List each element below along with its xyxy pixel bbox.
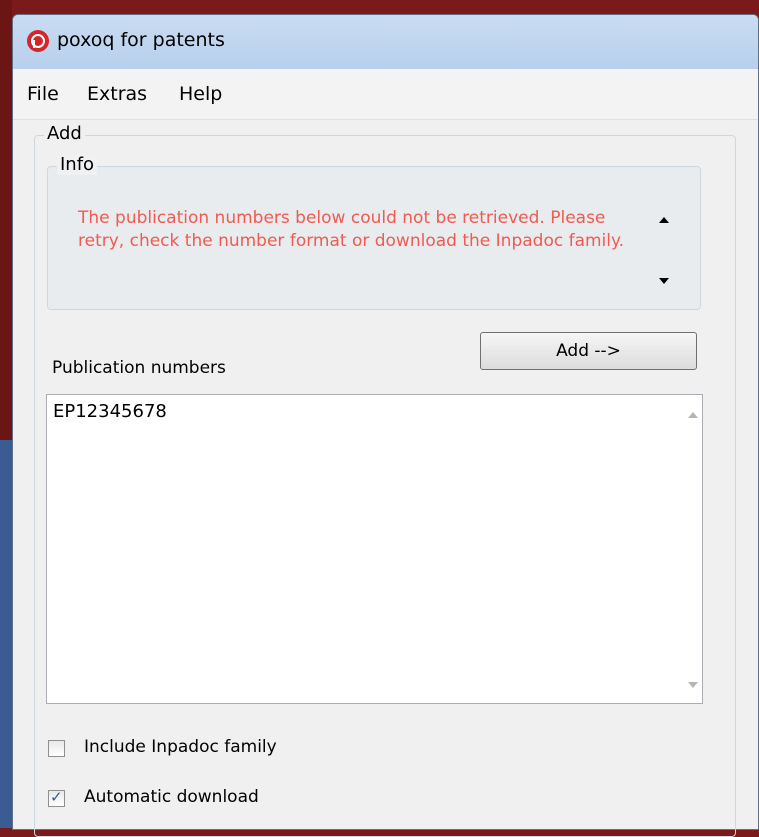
scroll-up-icon[interactable] bbox=[688, 412, 698, 418]
publication-scrollbar[interactable] bbox=[684, 395, 702, 703]
add-button[interactable]: Add --> bbox=[480, 332, 697, 370]
menu-file[interactable]: File bbox=[25, 83, 61, 105]
checkmark-icon: ✓ bbox=[50, 788, 63, 806]
automatic-download-checkbox[interactable]: ✓ bbox=[48, 788, 65, 807]
menu-extras[interactable]: Extras bbox=[85, 83, 149, 105]
background-window-edge bbox=[0, 0, 12, 828]
menu-bar: File Extras Help bbox=[13, 69, 758, 120]
info-scrollbar[interactable] bbox=[656, 201, 672, 291]
publication-numbers-value: EP12345678 bbox=[53, 401, 167, 422]
publication-numbers-label: Publication numbers bbox=[52, 358, 226, 378]
include-inpadoc-checkbox[interactable] bbox=[48, 740, 65, 757]
title-bar: poxoq for patents bbox=[13, 15, 758, 69]
add-group-title: Add bbox=[44, 123, 85, 144]
publication-numbers-input[interactable]: EP12345678 bbox=[46, 394, 703, 704]
include-inpadoc-label: Include Inpadoc family bbox=[84, 737, 277, 757]
info-group-title: Info bbox=[57, 154, 98, 175]
scroll-down-icon[interactable] bbox=[659, 278, 669, 284]
app-logo-icon bbox=[27, 30, 49, 52]
scroll-up-icon[interactable] bbox=[659, 217, 669, 223]
menu-help[interactable]: Help bbox=[177, 83, 224, 105]
window-title: poxoq for patents bbox=[57, 29, 225, 51]
automatic-download-label: Automatic download bbox=[84, 787, 259, 807]
scroll-down-icon[interactable] bbox=[688, 682, 698, 688]
info-message: The publication numbers below could not … bbox=[78, 208, 625, 251]
background-window-edge-blue bbox=[0, 440, 12, 828]
